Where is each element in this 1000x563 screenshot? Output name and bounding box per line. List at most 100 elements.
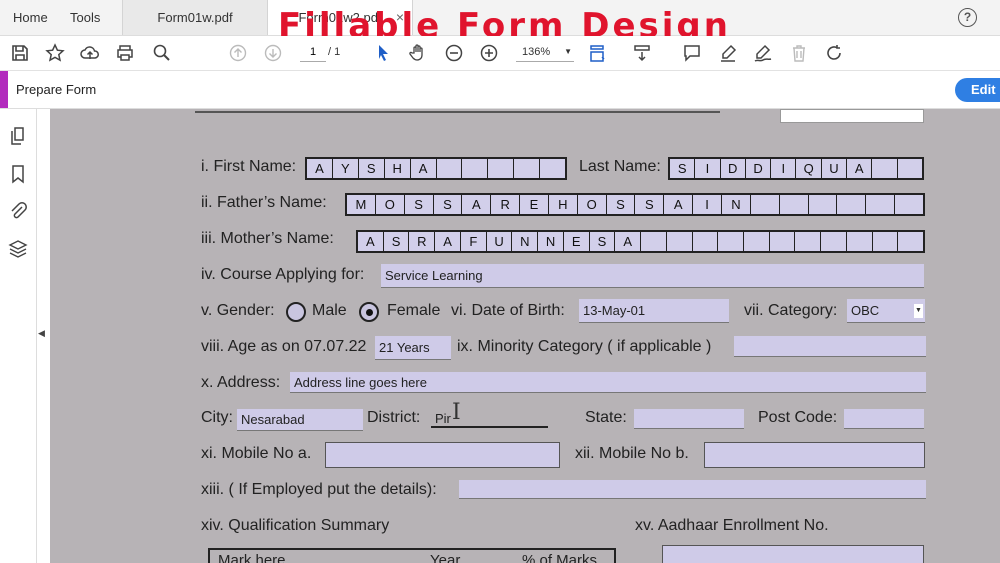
- postcode-field[interactable]: [844, 409, 924, 429]
- next-page-icon[interactable]: [261, 41, 285, 65]
- comb-cell: [488, 159, 515, 178]
- aadhaar-field[interactable]: [662, 545, 924, 563]
- zoom-in-icon[interactable]: [477, 41, 501, 65]
- comb-cell: I: [771, 159, 797, 178]
- table-header-mark: Mark here: [218, 552, 286, 563]
- chevron-down-icon: ▼: [564, 47, 572, 56]
- mobile-b-label: xii. Mobile No b.: [575, 445, 689, 462]
- save-icon[interactable]: [8, 41, 32, 65]
- star-icon[interactable]: [43, 41, 67, 65]
- attachment-icon[interactable]: [8, 201, 28, 221]
- dob-label: vi. Date of Birth:: [451, 302, 565, 319]
- dob-field[interactable]: 13-May-01: [579, 299, 729, 323]
- page-number-input[interactable]: 1: [300, 43, 326, 62]
- comment-icon[interactable]: [680, 41, 704, 65]
- address-field[interactable]: Address line goes here: [290, 372, 926, 393]
- tool-accent: [0, 71, 8, 108]
- minority-label: ix. Minority Category ( if applicable ): [457, 338, 712, 355]
- bookmark-icon[interactable]: [8, 164, 28, 184]
- comb-cell: [437, 159, 463, 178]
- collapse-panel-icon[interactable]: ◀: [38, 328, 45, 339]
- comb-cell: F: [461, 232, 487, 251]
- comb-cell: A: [307, 159, 333, 178]
- city-field[interactable]: Nesarabad: [237, 409, 363, 431]
- comb-cell: A: [358, 232, 384, 251]
- first-name-label: i. First Name:: [201, 158, 297, 175]
- mobile-a-field[interactable]: [325, 442, 560, 468]
- last-name-comb-field[interactable]: SIDDIQUA: [668, 157, 924, 180]
- comb-cell: [540, 159, 565, 178]
- comb-cell: [847, 232, 873, 251]
- toolbar: [0, 36, 1000, 71]
- comb-cell: M: [347, 195, 376, 214]
- edit-button[interactable]: Edit: [955, 78, 1000, 102]
- table-header-marks: % of Marks: [522, 552, 598, 563]
- gender-female-label: Female: [387, 302, 441, 319]
- photo-box: [780, 109, 924, 123]
- gender-male-label: Male: [312, 302, 347, 319]
- pages-icon[interactable]: [8, 126, 28, 146]
- employed-field[interactable]: [459, 480, 926, 499]
- comb-cell: S: [670, 159, 696, 178]
- comb-cell: S: [590, 232, 616, 251]
- delete-icon[interactable]: [787, 41, 811, 65]
- left-rail: [0, 109, 37, 563]
- mother-name-comb-field[interactable]: ASRAFUNNESA: [356, 230, 925, 253]
- mobile-b-field[interactable]: [704, 442, 925, 468]
- minority-field[interactable]: [734, 336, 926, 357]
- comb-cell: S: [635, 195, 665, 214]
- age-field[interactable]: 21 Years: [375, 336, 451, 360]
- zoom-out-icon[interactable]: [442, 41, 466, 65]
- comb-cell: E: [564, 232, 590, 251]
- father-name-label: ii. Father’s Name:: [201, 194, 327, 211]
- comb-cell: [770, 232, 796, 251]
- rotate-icon[interactable]: [822, 41, 846, 65]
- address-value: Address line goes here: [294, 374, 427, 390]
- previous-page-icon[interactable]: [226, 41, 250, 65]
- highlight-pen-icon[interactable]: [716, 41, 740, 65]
- comb-cell: A: [615, 232, 642, 251]
- comb-cell: [872, 159, 898, 178]
- print-icon[interactable]: [113, 41, 137, 65]
- layers-icon[interactable]: [8, 239, 28, 259]
- hand-tool-icon[interactable]: [406, 41, 430, 65]
- fit-page-icon[interactable]: [585, 41, 609, 65]
- previous-field-edge: [195, 109, 720, 113]
- comb-cell: R: [409, 232, 436, 251]
- cloud-upload-icon[interactable]: [78, 41, 102, 65]
- comb-cell: U: [822, 159, 848, 178]
- gender-male-radio[interactable]: [286, 302, 306, 322]
- comb-cell: [780, 195, 809, 214]
- comb-cell: S: [405, 195, 434, 214]
- comb-cell: E: [520, 195, 549, 214]
- course-field[interactable]: Service Learning: [381, 264, 924, 288]
- comb-cell: [837, 195, 867, 214]
- course-value: Service Learning: [385, 268, 483, 283]
- search-icon[interactable]: [150, 41, 174, 65]
- district-field[interactable]: Pir: [431, 410, 548, 428]
- state-field[interactable]: [634, 409, 744, 429]
- comb-cell: A: [847, 159, 873, 178]
- comb-cell: O: [578, 195, 607, 214]
- scroll-mode-icon[interactable]: [630, 41, 654, 65]
- tab-document-1[interactable]: Form01w.pdf: [122, 0, 268, 35]
- zoom-select[interactable]: 136% ▼: [516, 43, 574, 62]
- sign-icon[interactable]: [751, 41, 775, 65]
- qualification-table: Mark here Year % of Marks: [208, 548, 616, 563]
- comb-cell: [821, 232, 847, 251]
- help-icon[interactable]: ?: [958, 8, 977, 27]
- dob-value: 13-May-01: [583, 303, 646, 318]
- comb-cell: S: [359, 159, 385, 178]
- text-cursor-icon: I: [452, 400, 461, 425]
- comb-cell: I: [693, 195, 722, 214]
- state-label: State:: [585, 409, 627, 426]
- category-dropdown[interactable]: OBC ▼: [847, 299, 925, 323]
- document-area: i. First Name: AYSHA Last Name: SIDDIQUA…: [50, 109, 1000, 563]
- father-name-comb-field[interactable]: MOSSAREHOSSAIN: [345, 193, 925, 216]
- tab-tools[interactable]: Tools: [70, 0, 100, 35]
- tab-home[interactable]: Home: [13, 0, 48, 35]
- gender-female-radio[interactable]: [359, 302, 379, 322]
- comb-cell: I: [695, 159, 721, 178]
- select-cursor-icon[interactable]: [371, 41, 395, 65]
- first-name-comb-field[interactable]: AYSHA: [305, 157, 567, 180]
